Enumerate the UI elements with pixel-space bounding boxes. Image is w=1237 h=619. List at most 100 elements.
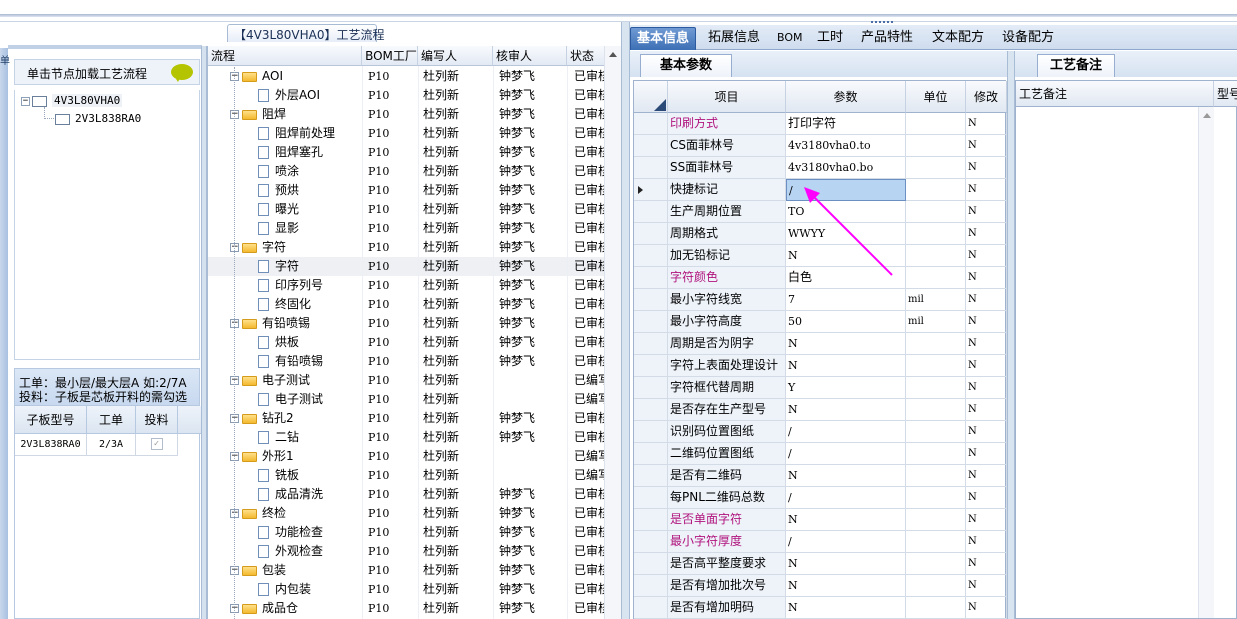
flow-row[interactable]: 电子测试 P10 杜列新 已编写: [208, 390, 608, 409]
param-modified[interactable]: N: [966, 135, 1007, 157]
param-unit[interactable]: [906, 355, 966, 377]
flow-row[interactable]: − 成品仓 P10 杜列新 钟梦飞 已审核: [208, 599, 608, 618]
param-value[interactable]: N: [786, 333, 906, 355]
tree-node-child[interactable]: 2V3L838RA0: [55, 112, 141, 125]
param-modified[interactable]: N: [966, 355, 1007, 377]
row-indicator[interactable]: [634, 245, 668, 267]
param-value[interactable]: N: [786, 509, 906, 531]
param-row[interactable]: 周期是否为阴字 N N: [634, 333, 1007, 355]
flow-row[interactable]: 显影 P10 杜列新 钟梦飞 已审核: [208, 219, 608, 238]
param-row[interactable]: 是否高平整度要求 N N: [634, 553, 1007, 575]
notes-scrollbar[interactable]: [1198, 107, 1214, 618]
flow-row[interactable]: − 外形1 P10 杜列新 已编写: [208, 447, 608, 466]
param-value[interactable]: 7: [786, 289, 906, 311]
row-indicator[interactable]: [634, 575, 668, 597]
row-indicator[interactable]: [634, 179, 668, 201]
flow-row[interactable]: 印序列号 P10 杜列新 钟梦飞 已审核: [208, 276, 608, 295]
flow-row[interactable]: 终固化 P10 杜列新 钟梦飞 已审核: [208, 295, 608, 314]
column-header-reviewer[interactable]: 核审人: [493, 46, 567, 66]
flow-row[interactable]: 外层AOI P10 杜列新 钟梦飞 已审核: [208, 86, 608, 105]
splitter-middle[interactable]: [621, 22, 630, 619]
param-unit[interactable]: [906, 421, 966, 443]
tree-node-root[interactable]: − 4V3L80VHA0: [21, 94, 123, 107]
param-modified[interactable]: N: [966, 157, 1007, 179]
flow-row[interactable]: 外观检查 P10 杜列新 钟梦飞 已审核: [208, 542, 608, 561]
param-unit[interactable]: [906, 465, 966, 487]
row-indicator[interactable]: [634, 597, 668, 619]
flow-row[interactable]: − 包装 P10 杜列新 钟梦飞 已审核: [208, 561, 608, 580]
flow-row[interactable]: 烘板 P10 杜列新 钟梦飞 已审核: [208, 333, 608, 352]
tab-bom[interactable]: BOM: [771, 27, 809, 50]
left-side-tab[interactable]: 单: [0, 48, 10, 619]
row-indicator[interactable]: [634, 355, 668, 377]
column-header-item[interactable]: 项目: [668, 81, 786, 113]
param-value[interactable]: N: [786, 597, 906, 619]
param-row[interactable]: 识别码位置图纸 / N: [634, 421, 1007, 443]
flow-row[interactable]: 曝光 P10 杜列新 钟梦飞 已审核: [208, 200, 608, 219]
column-header[interactable]: 工单: [87, 406, 136, 434]
tab-extended-info[interactable]: 拓展信息: [702, 27, 766, 50]
flow-row[interactable]: 功能检查 P10 杜列新 钟梦飞 已审核: [208, 523, 608, 542]
process-flow-tab[interactable]: 【4V3L80VHA0】工艺流程: [227, 24, 385, 42]
param-modified[interactable]: N: [966, 399, 1007, 421]
column-header-writer[interactable]: 编写人: [418, 46, 493, 66]
flow-row[interactable]: 有铅喷锡 P10 杜列新 钟梦飞 已审核: [208, 352, 608, 371]
splitter-right[interactable]: [1007, 51, 1015, 619]
param-unit[interactable]: [906, 399, 966, 421]
param-row[interactable]: 是否有二维码 N N: [634, 465, 1007, 487]
param-row[interactable]: 最小字符厚度 / N: [634, 531, 1007, 553]
param-modified[interactable]: N: [966, 223, 1007, 245]
row-indicator[interactable]: [634, 289, 668, 311]
flow-row[interactable]: 字符 P10 杜列新 钟梦飞 已审核: [208, 257, 608, 276]
param-unit[interactable]: [906, 245, 966, 267]
param-unit[interactable]: [906, 135, 966, 157]
param-value[interactable]: /: [786, 421, 906, 443]
flow-row[interactable]: 铣板 P10 杜列新 已编写: [208, 466, 608, 485]
param-unit[interactable]: [906, 377, 966, 399]
param-row[interactable]: CS面菲林号 4v3180vha0.to N: [634, 135, 1007, 157]
tab-equipment-recipe[interactable]: 设备配方: [996, 27, 1060, 50]
param-unit[interactable]: [906, 509, 966, 531]
param-value[interactable]: 打印字符: [786, 113, 906, 135]
param-value[interactable]: N: [786, 553, 906, 575]
flow-row[interactable]: − AOI P10 杜列新 钟梦飞 已审核: [208, 67, 608, 86]
tab-basic-params[interactable]: 基本参数: [640, 54, 732, 77]
param-value[interactable]: N: [786, 465, 906, 487]
column-header-value[interactable]: 参数: [786, 81, 906, 113]
param-modified[interactable]: N: [966, 333, 1007, 355]
param-value[interactable]: 4v3180vha0.to: [786, 135, 906, 157]
param-value[interactable]: 50: [786, 311, 906, 333]
scroll-up-icon[interactable]: [609, 52, 617, 57]
flow-row[interactable]: − 字符 P10 杜列新 钟梦飞 已审核: [208, 238, 608, 257]
param-value[interactable]: /: [786, 487, 906, 509]
row-indicator[interactable]: [634, 509, 668, 531]
param-modified[interactable]: N: [966, 179, 1007, 201]
param-unit[interactable]: mil: [906, 311, 966, 333]
flow-row[interactable]: 预烘 P10 杜列新 钟梦飞 已审核: [208, 181, 608, 200]
collapse-icon[interactable]: −: [21, 96, 30, 106]
row-indicator[interactable]: [634, 135, 668, 157]
param-value[interactable]: /: [786, 531, 906, 553]
param-value[interactable]: /: [786, 443, 906, 465]
column-header[interactable]: 投料: [136, 406, 178, 434]
param-unit[interactable]: [906, 597, 966, 619]
row-indicator[interactable]: [634, 421, 668, 443]
row-indicator[interactable]: [634, 531, 668, 553]
param-row[interactable]: 字符框代替周期 Y N: [634, 377, 1007, 399]
param-modified[interactable]: N: [966, 311, 1007, 333]
param-unit[interactable]: [906, 333, 966, 355]
param-unit[interactable]: [906, 531, 966, 553]
param-value[interactable]: N: [786, 575, 906, 597]
param-unit[interactable]: [906, 267, 966, 289]
tab-work-hours[interactable]: 工时: [811, 27, 849, 50]
param-row[interactable]: 最小字符高度 50 mil N: [634, 311, 1007, 333]
flow-row[interactable]: 内包装 P10 杜列新 钟梦飞 已审核: [208, 580, 608, 599]
param-row[interactable]: 字符上表面处理设计 N N: [634, 355, 1007, 377]
row-indicator[interactable]: [634, 399, 668, 421]
tab-product-features[interactable]: 产品特性: [855, 27, 919, 50]
flow-row[interactable]: − 电子测试 P10 杜列新 已编写: [208, 371, 608, 390]
tab-basic-info[interactable]: 基本信息: [630, 27, 697, 50]
param-row[interactable]: 是否有增加批次号 N N: [634, 575, 1007, 597]
cell-model[interactable]: 2V3L838RA0: [15, 434, 87, 456]
param-modified[interactable]: N: [966, 443, 1007, 465]
